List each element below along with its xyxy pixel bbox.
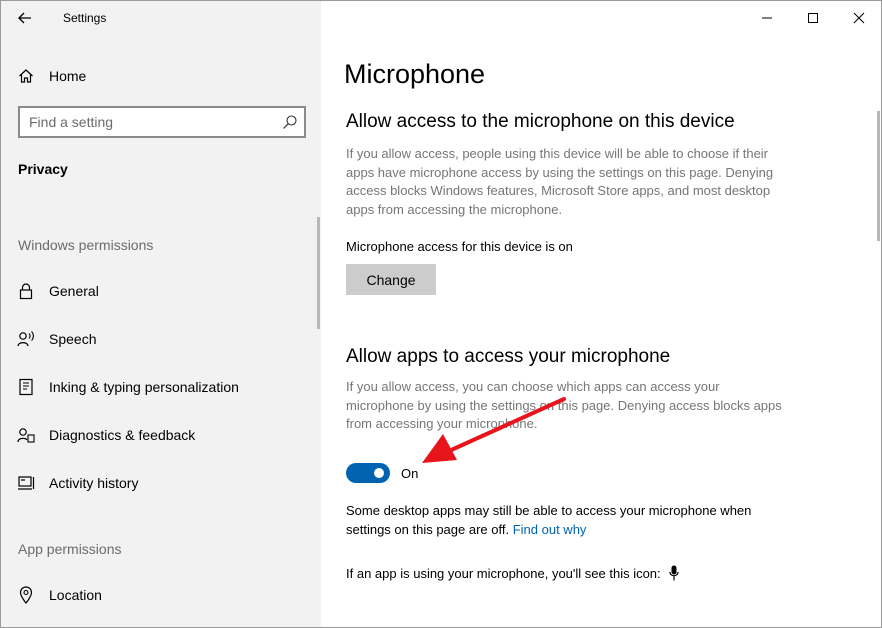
content-pane: Microphone Allow access to the microphon…: [321, 1, 881, 627]
back-button[interactable]: [11, 6, 39, 30]
sidebar-item-label: Inking & typing personalization: [49, 379, 239, 395]
microphone-icon: [669, 565, 679, 581]
home-label: Home: [49, 68, 87, 84]
sidebar-item-label: Diagnostics & feedback: [49, 427, 196, 443]
sidebar-item-activity-history[interactable]: Activity history: [17, 468, 307, 498]
title-bar: Settings: [1, 1, 321, 35]
settings-window: Settings Home Privacy Windows permission…: [0, 0, 882, 628]
app-access-toggle[interactable]: [346, 463, 390, 483]
activity-history-icon: [17, 474, 35, 492]
search-icon[interactable]: [282, 114, 298, 130]
minimize-icon: [762, 17, 772, 19]
app-title: Settings: [63, 11, 107, 25]
sidebar-item-speech[interactable]: Speech: [17, 324, 307, 354]
device-access-status: Microphone access for this device is on: [346, 239, 573, 254]
section-title-privacy: Privacy: [18, 161, 68, 177]
sidebar-item-label: Activity history: [49, 475, 139, 491]
sidebar-scrollbar[interactable]: [317, 217, 320, 329]
app-access-heading: Allow apps to access your microphone: [346, 346, 671, 367]
maximize-icon: [808, 13, 818, 23]
close-icon: [853, 12, 865, 24]
search-input[interactable]: [20, 108, 270, 136]
sidebar-item-label: Speech: [49, 331, 97, 347]
app-access-description: If you allow access, you can choose whic…: [346, 379, 782, 431]
mic-icon-note-text: If an app is using your microphone, you'…: [346, 565, 661, 581]
change-button[interactable]: Change: [346, 264, 436, 295]
home-icon: [17, 67, 35, 85]
group-label-windows-permissions: Windows permissions: [18, 237, 154, 253]
toggle-knob: [374, 468, 384, 478]
toggle-state-label: On: [401, 466, 419, 481]
sidebar: Settings Home Privacy Windows permission…: [1, 1, 321, 627]
minimize-button[interactable]: [744, 5, 790, 31]
sidebar-item-general[interactable]: General: [17, 276, 307, 306]
back-arrow-icon: [18, 12, 31, 24]
device-access-heading: Allow access to the microphone on this d…: [346, 111, 735, 132]
desktop-apps-note: Some desktop apps may still be able to a…: [346, 502, 796, 539]
diagnostics-icon: [17, 426, 35, 444]
sidebar-item-home[interactable]: Home: [17, 63, 307, 89]
sidebar-item-location[interactable]: Location: [17, 580, 307, 610]
lock-icon: [17, 282, 35, 300]
inking-icon: [17, 378, 35, 396]
find-out-why-link[interactable]: Find out why: [513, 522, 587, 537]
sidebar-item-label: General: [49, 283, 99, 299]
device-access-description: If you allow access, people using this d…: [346, 146, 774, 217]
maximize-button[interactable]: [790, 5, 836, 31]
speech-icon: [17, 330, 35, 348]
page-title: Microphone: [344, 59, 486, 89]
sidebar-item-inking[interactable]: Inking & typing personalization: [17, 372, 307, 402]
group-label-app-permissions: App permissions: [18, 541, 122, 557]
sidebar-item-label: Location: [49, 587, 102, 603]
search-box[interactable]: [18, 106, 306, 138]
mic-icon-note: If an app is using your microphone, you'…: [346, 565, 679, 581]
sidebar-item-diagnostics[interactable]: Diagnostics & feedback: [17, 420, 307, 450]
close-button[interactable]: [836, 5, 882, 31]
content-scrollbar[interactable]: [877, 111, 880, 241]
location-icon: [17, 586, 35, 604]
